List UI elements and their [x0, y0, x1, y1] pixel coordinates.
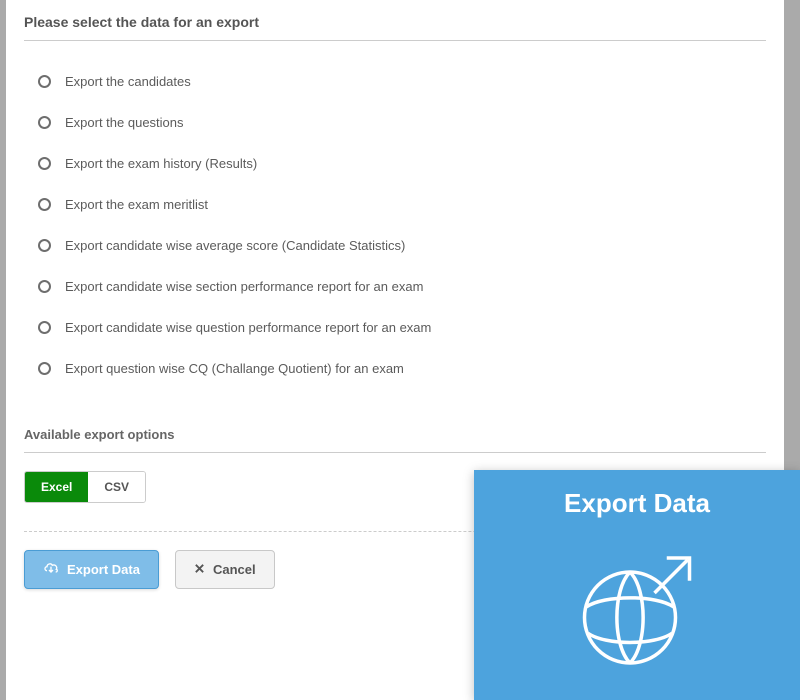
format-csv-button[interactable]: CSV: [88, 472, 145, 502]
overlay-title: Export Data: [564, 488, 710, 519]
cancel-button-label: Cancel: [213, 562, 256, 577]
formats-title: Available export options: [24, 409, 766, 453]
close-icon: [194, 562, 205, 577]
radio-icon: [38, 239, 51, 252]
option-label: Export the exam meritlist: [65, 197, 208, 212]
option-label: Export the candidates: [65, 74, 191, 89]
export-options-group: Export the candidates Export the questio…: [24, 41, 766, 399]
radio-icon: [38, 198, 51, 211]
option-label: Export candidate wise average score (Can…: [65, 238, 405, 253]
radio-icon: [38, 75, 51, 88]
option-label: Export candidate wise question performan…: [65, 320, 431, 335]
option-exam-history[interactable]: Export the exam history (Results): [38, 143, 766, 184]
radio-icon: [38, 362, 51, 375]
option-label: Export candidate wise section performanc…: [65, 279, 423, 294]
format-excel-button[interactable]: Excel: [25, 472, 88, 502]
option-label: Export question wise CQ (Challange Quoti…: [65, 361, 404, 376]
radio-icon: [38, 157, 51, 170]
option-questions[interactable]: Export the questions: [38, 102, 766, 143]
radio-icon: [38, 116, 51, 129]
globe-arrow-icon: [567, 537, 707, 682]
option-candidates[interactable]: Export the candidates: [38, 61, 766, 102]
export-data-overlay: Export Data: [474, 470, 800, 700]
option-question-performance[interactable]: Export candidate wise question performan…: [38, 307, 766, 348]
option-avg-score[interactable]: Export candidate wise average score (Can…: [38, 225, 766, 266]
option-label: Export the exam history (Results): [65, 156, 257, 171]
option-section-performance[interactable]: Export candidate wise section performanc…: [38, 266, 766, 307]
radio-icon: [38, 321, 51, 334]
export-data-button[interactable]: Export Data: [24, 550, 159, 589]
format-toggle: Excel CSV: [24, 471, 146, 503]
radio-icon: [38, 280, 51, 293]
cloud-download-icon: [43, 561, 59, 578]
option-exam-meritlist[interactable]: Export the exam meritlist: [38, 184, 766, 225]
cancel-button[interactable]: Cancel: [175, 550, 275, 589]
option-cq[interactable]: Export question wise CQ (Challange Quoti…: [38, 348, 766, 389]
export-button-label: Export Data: [67, 562, 140, 577]
panel-title: Please select the data for an export: [24, 8, 766, 41]
option-label: Export the questions: [65, 115, 184, 130]
